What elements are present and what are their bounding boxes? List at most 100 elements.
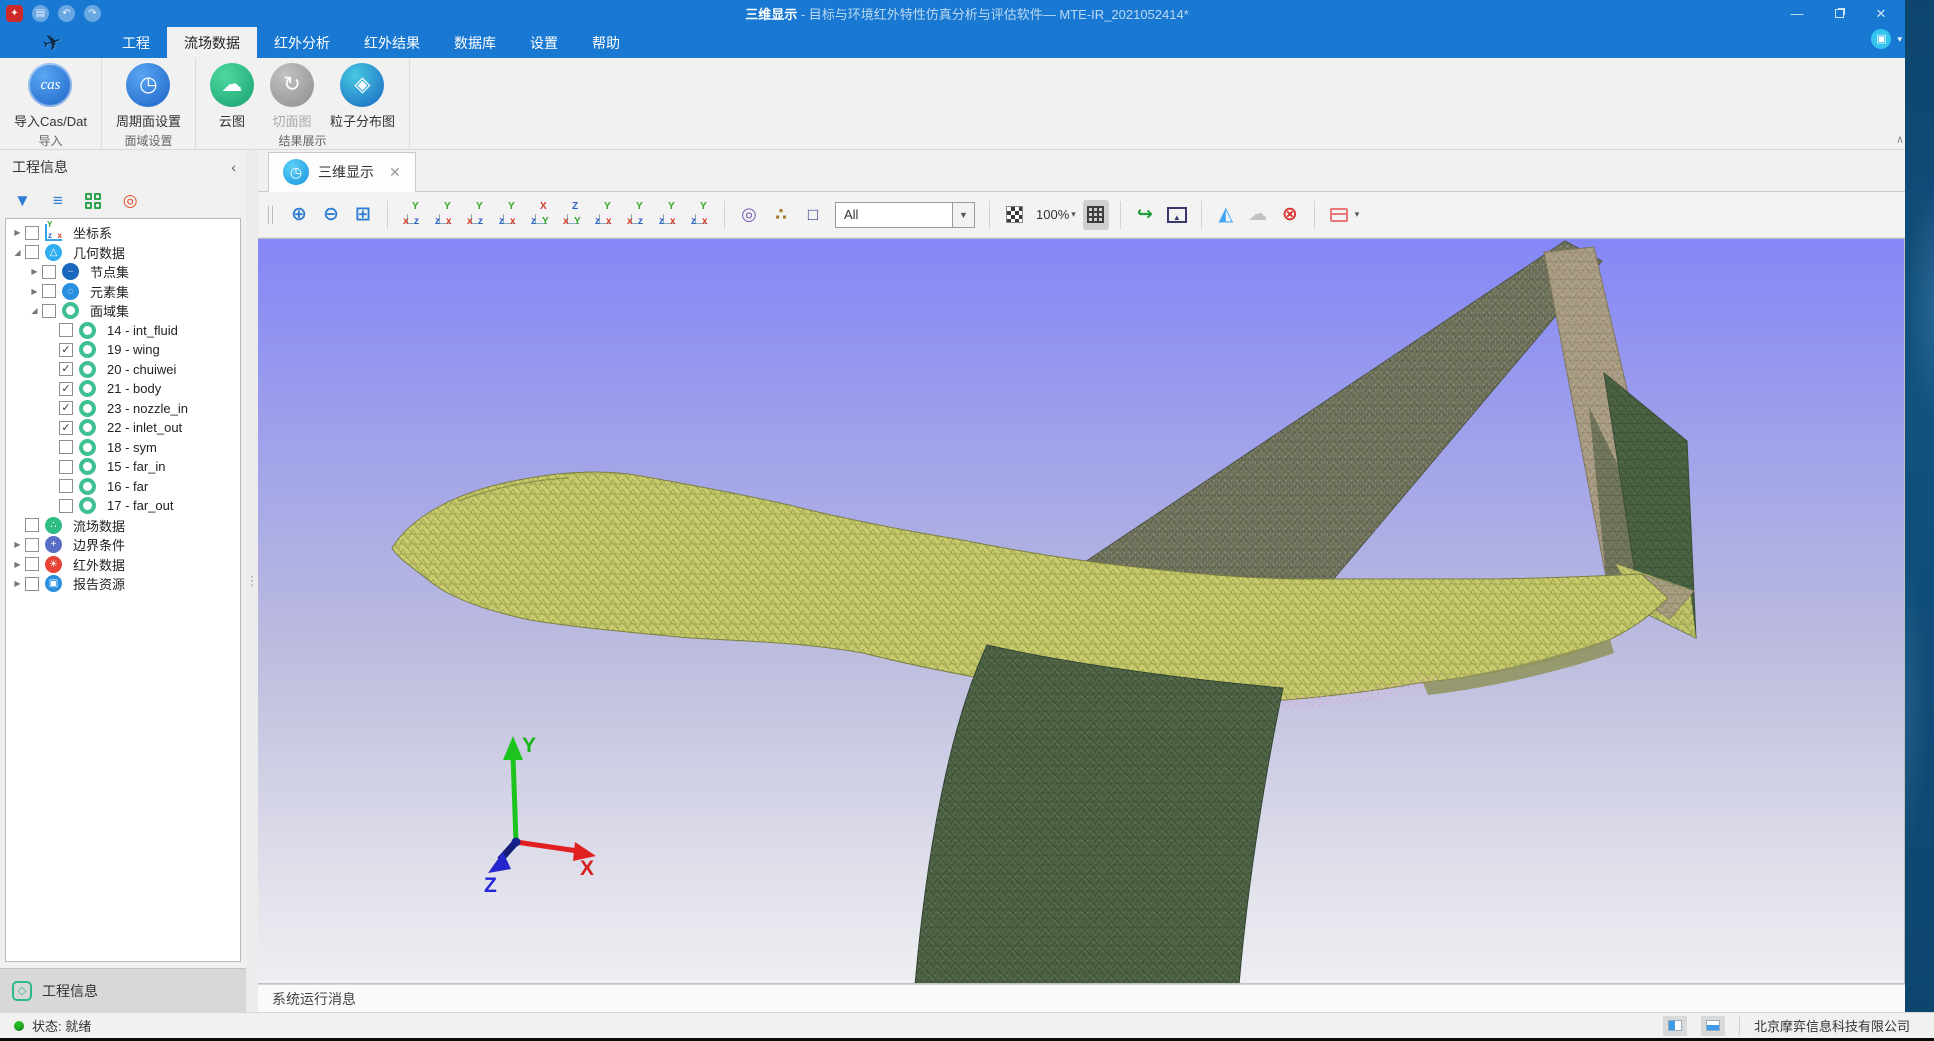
tree-item-19 - wing[interactable]: ✓19 - wing xyxy=(6,340,240,360)
panel-splitter[interactable]: ⋮ xyxy=(246,150,258,1012)
view-preset-button-9[interactable]: Yzx xyxy=(655,200,681,230)
collapsed-arrow-icon[interactable]: ▶ xyxy=(10,579,25,588)
tree-item-面域集[interactable]: ◢面域集 xyxy=(6,301,240,321)
viewport-3d[interactable]: Y X Z xyxy=(258,238,1905,984)
zoom-out-icon[interactable]: ⊖ xyxy=(318,200,344,230)
checkbox[interactable] xyxy=(59,440,73,454)
export-icon[interactable]: ↪ xyxy=(1132,200,1158,230)
mesh-grid-button[interactable] xyxy=(1083,200,1109,230)
menu-item-设置[interactable]: 设置 xyxy=(513,27,575,58)
view-preset-button-7[interactable]: Yzx xyxy=(591,200,617,230)
checkbox[interactable] xyxy=(59,460,73,474)
checkbox[interactable] xyxy=(59,479,73,493)
menu-item-帮助[interactable]: 帮助 xyxy=(575,27,637,58)
checkbox[interactable] xyxy=(59,499,73,513)
camera-icon[interactable]: ◎ xyxy=(736,200,762,230)
checkbox[interactable] xyxy=(42,304,56,318)
tree-item-20 - chuiwei[interactable]: ✓20 - chuiwei xyxy=(6,360,240,380)
view-preset-button-5[interactable]: XzY xyxy=(527,200,553,230)
tree-item-坐标系[interactable]: ▶Yzx坐标系 xyxy=(6,223,240,243)
zoom-level-value[interactable]: 100% xyxy=(1036,207,1069,222)
filter-icon[interactable]: ▼ xyxy=(14,191,31,211)
view-preset-button-1[interactable]: Yxz xyxy=(399,200,425,230)
checkbox[interactable] xyxy=(42,284,56,298)
view-preset-button-4[interactable]: Yzx xyxy=(495,200,521,230)
view-preset-button-6[interactable]: ZxY xyxy=(559,200,585,230)
grid-view-icon[interactable] xyxy=(85,193,101,209)
ribbon-collapse-icon[interactable]: ∧ xyxy=(1896,133,1904,146)
tree-item-18 - sym[interactable]: 18 - sym xyxy=(6,438,240,458)
transparency-button[interactable] xyxy=(1001,200,1027,230)
ribbon-button-particle-distribution[interactable]: ◈粒子分布图 xyxy=(322,63,403,130)
collapsed-arrow-icon[interactable]: ▶ xyxy=(10,560,25,569)
checkbox[interactable] xyxy=(25,226,39,240)
view-preset-button-2[interactable]: Yzx xyxy=(431,200,457,230)
zoom-fit-icon[interactable]: ⊞ xyxy=(350,200,376,230)
snapshot-button[interactable]: ▲ xyxy=(1164,200,1190,230)
ribbon-button-period-face[interactable]: ◷周期面设置 xyxy=(108,63,189,130)
save-view-button[interactable] xyxy=(1326,200,1352,230)
menu-item-工程[interactable]: 工程 xyxy=(105,27,167,58)
combobox-dropdown-icon[interactable]: ▼ xyxy=(953,202,975,228)
checkbox[interactable] xyxy=(25,518,39,532)
project-panel-bottom-tab[interactable]: ◇ 工程信息 xyxy=(0,968,246,1012)
checkbox[interactable] xyxy=(25,577,39,591)
app-icon[interactable]: ✦ xyxy=(6,5,23,22)
view-preset-button-10[interactable]: Yzx xyxy=(687,200,713,230)
restore-button[interactable] xyxy=(1818,0,1860,27)
tree-item-边界条件[interactable]: ▶+边界条件 xyxy=(6,535,240,555)
minimize-button[interactable]: — xyxy=(1776,0,1818,27)
tree-item-14 - int_fluid[interactable]: 14 - int_fluid xyxy=(6,321,240,341)
checkbox[interactable]: ✓ xyxy=(59,362,73,376)
layout-bottom-panel-icon[interactable] xyxy=(1701,1016,1725,1036)
checkbox[interactable]: ✓ xyxy=(59,401,73,415)
tree-item-16 - far[interactable]: 16 - far xyxy=(6,477,240,497)
new-document-icon[interactable]: ▤ xyxy=(32,5,49,22)
style-picker-icon[interactable]: ▣ xyxy=(1871,29,1891,49)
surface-filter-combobox[interactable]: All ▼ xyxy=(835,202,975,228)
tree-item-报告资源[interactable]: ▶▣报告资源 xyxy=(6,574,240,594)
particles-icon[interactable]: ∴ xyxy=(768,200,794,230)
checkbox[interactable] xyxy=(25,245,39,259)
cloud-outline-icon[interactable]: ☁ xyxy=(1245,200,1271,230)
menu-item-数据库[interactable]: 数据库 xyxy=(437,27,513,58)
redo-icon[interactable]: ↷ xyxy=(84,5,101,22)
tab-close-icon[interactable]: ✕ xyxy=(389,164,401,181)
tree-item-22 - inlet_out[interactable]: ✓22 - inlet_out xyxy=(6,418,240,438)
checkbox[interactable]: ✓ xyxy=(59,382,73,396)
collapsed-arrow-icon[interactable]: ▶ xyxy=(10,540,25,549)
undo-icon[interactable]: ↶ xyxy=(58,5,75,22)
checkbox[interactable] xyxy=(59,323,73,337)
collapsed-arrow-icon[interactable]: ▶ xyxy=(27,267,42,276)
view-preset-button-3[interactable]: Yxz xyxy=(463,200,489,230)
checkbox[interactable] xyxy=(25,557,39,571)
expanded-arrow-icon[interactable]: ◢ xyxy=(10,248,25,257)
tree-item-节点集[interactable]: ▶∙∙节点集 xyxy=(6,262,240,282)
checkbox[interactable] xyxy=(42,265,56,279)
menu-item-流场数据[interactable]: 流场数据 xyxy=(167,27,257,58)
locate-icon[interactable]: ◎ xyxy=(123,191,138,211)
tab-3d-view[interactable]: ◷ 三维显示 ✕ xyxy=(268,152,416,192)
collapsed-arrow-icon[interactable]: ▶ xyxy=(27,287,42,296)
tree-item-红外数据[interactable]: ▶☀红外数据 xyxy=(6,555,240,575)
tree-item-几何数据[interactable]: ◢△几何数据 xyxy=(6,243,240,263)
menu-item-红外分析[interactable]: 红外分析 xyxy=(257,27,347,58)
view-preset-button-8[interactable]: Yxz xyxy=(623,200,649,230)
checkbox[interactable]: ✓ xyxy=(59,421,73,435)
box-select-icon[interactable]: □ xyxy=(800,200,826,230)
save-view-dropdown-icon[interactable]: ▾ xyxy=(1355,209,1360,220)
layout-left-panel-icon[interactable] xyxy=(1663,1016,1687,1036)
list-view-icon[interactable]: ≡ xyxy=(53,191,63,211)
collapsed-arrow-icon[interactable]: ▶ xyxy=(10,228,25,237)
cancel-icon[interactable]: ⊗ xyxy=(1277,200,1303,230)
expanded-arrow-icon[interactable]: ◢ xyxy=(27,306,42,315)
ribbon-button-contour-cloud[interactable]: ☁云图 xyxy=(202,63,262,130)
tree-item-21 - body[interactable]: ✓21 - body xyxy=(6,379,240,399)
panel-collapse-icon[interactable]: ‹ xyxy=(231,159,236,175)
zoom-in-icon[interactable]: ⊕ xyxy=(286,200,312,230)
close-button[interactable]: ✕ xyxy=(1860,0,1902,27)
toolbar-drag-handle[interactable] xyxy=(268,206,273,224)
zoom-level-dropdown-icon[interactable]: ▾ xyxy=(1071,209,1076,220)
mirror-icon[interactable]: ◭ xyxy=(1213,200,1239,230)
checkbox[interactable]: ✓ xyxy=(59,343,73,357)
